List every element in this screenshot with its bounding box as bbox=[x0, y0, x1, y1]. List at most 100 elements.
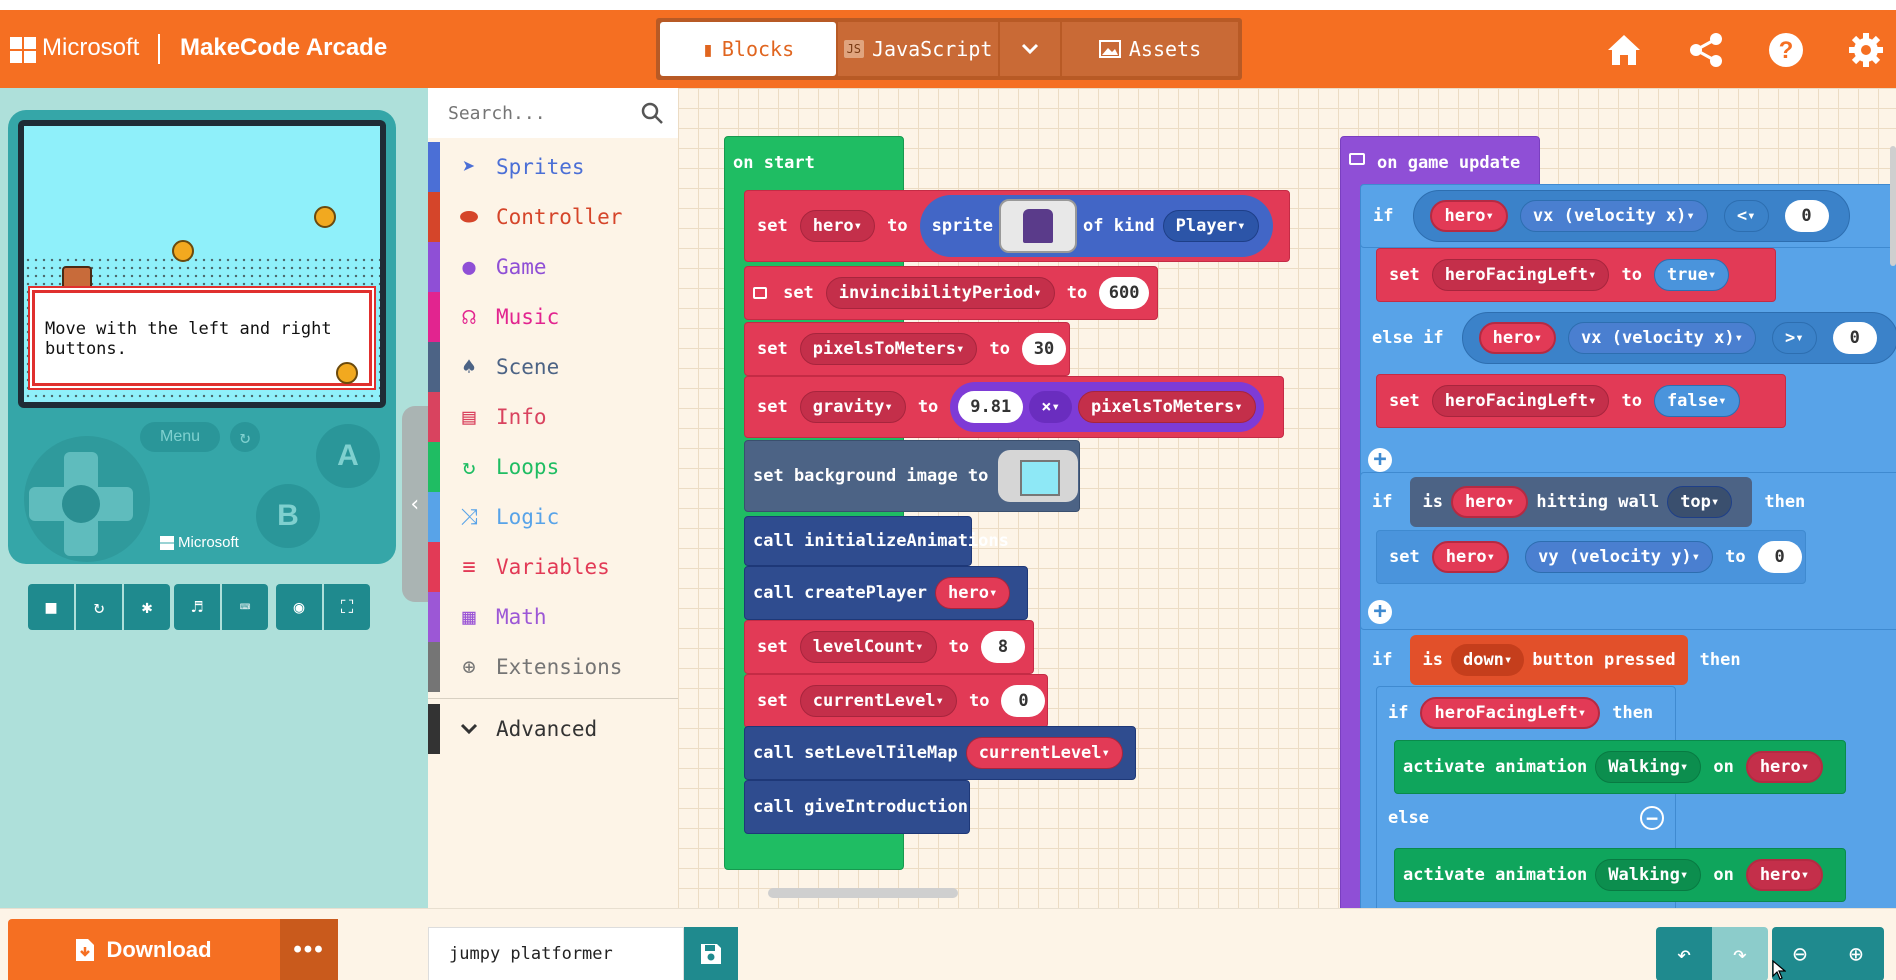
language-dropdown[interactable] bbox=[1000, 22, 1060, 76]
sprite-dropdown[interactable]: hero bbox=[1431, 541, 1510, 573]
kind-dropdown[interactable]: Player bbox=[1162, 210, 1259, 242]
set-levelcount-block[interactable]: set levelCount to 8 bbox=[744, 620, 1034, 674]
zoom-in-button[interactable]: ⊕ bbox=[1828, 927, 1884, 980]
sprite-dropdown[interactable]: hero bbox=[1430, 200, 1508, 232]
redo-button[interactable]: ↷ bbox=[1712, 927, 1768, 980]
side-dropdown[interactable]: top bbox=[1667, 486, 1733, 518]
blocks-workspace[interactable]: on start set hero to sprite of kind Play… bbox=[678, 88, 1896, 908]
number-input[interactable]: 9.81 bbox=[958, 391, 1024, 423]
gear-icon[interactable] bbox=[1846, 30, 1886, 70]
if-facing-left-row[interactable]: if heroFacingLeft then bbox=[1376, 686, 1676, 740]
number-input[interactable]: 600 bbox=[1099, 277, 1149, 309]
toolbox-category-extensions[interactable]: ⊕ Extensions bbox=[428, 642, 678, 692]
compare-block[interactable]: hero vx (velocity x) < 0 bbox=[1413, 190, 1850, 242]
toolbox-category-variables[interactable]: ≡ Variables bbox=[428, 542, 678, 592]
restart-icon[interactable]: ↻ bbox=[76, 584, 122, 630]
property-dropdown[interactable]: vx (velocity x) bbox=[1568, 322, 1757, 354]
toolbox-category-math[interactable]: ▦ Math bbox=[428, 592, 678, 642]
comment-icon[interactable] bbox=[1349, 153, 1365, 165]
toolbox-category-sprites[interactable]: ➤ Sprites bbox=[428, 142, 678, 192]
hitting-wall-block[interactable]: is hero hitting wall top bbox=[1410, 477, 1753, 527]
variable-dropdown[interactable]: hero bbox=[799, 210, 876, 242]
add-else-icon[interactable]: + bbox=[1368, 600, 1392, 624]
screenshot-icon[interactable]: ◉ bbox=[276, 584, 322, 630]
variable-dropdown[interactable]: currentLevel bbox=[799, 685, 957, 717]
operator-dropdown[interactable]: × bbox=[1029, 391, 1072, 423]
number-input[interactable]: 30 bbox=[1021, 333, 1066, 365]
set-pixels-block[interactable]: set pixelsToMeters to 30 bbox=[744, 322, 1070, 376]
toolbox-category-music[interactable]: ☊ Music bbox=[428, 292, 678, 342]
variable-dropdown[interactable]: heroFacingLeft bbox=[1431, 259, 1610, 291]
toolbox-category-logic[interactable]: ⤨ Logic bbox=[428, 492, 678, 542]
property-dropdown[interactable]: vx (velocity x) bbox=[1519, 200, 1708, 232]
app-title[interactable]: MakeCode Arcade bbox=[180, 34, 387, 62]
search-icon[interactable] bbox=[640, 101, 664, 125]
variable-dropdown[interactable]: invincibilityPeriod bbox=[825, 277, 1055, 309]
comment-icon[interactable] bbox=[753, 287, 768, 299]
set-facing-left-false-block[interactable]: set heroFacingLeft to false bbox=[1376, 374, 1786, 428]
animation-dropdown[interactable]: Walking bbox=[1595, 751, 1702, 783]
compare-operator-dropdown[interactable]: < bbox=[1723, 200, 1769, 232]
variable-dropdown[interactable]: heroFacingLeft bbox=[1420, 697, 1601, 729]
sprite-dropdown[interactable]: hero bbox=[1450, 486, 1529, 518]
sprite-image-picker[interactable] bbox=[999, 199, 1078, 253]
add-else-icon[interactable]: + bbox=[1368, 448, 1392, 472]
download-button[interactable]: Download bbox=[8, 919, 280, 980]
set-background-block[interactable]: set background image to bbox=[744, 440, 1080, 512]
set-vy-block[interactable]: set hero vy (velocity y) to 0 bbox=[1376, 530, 1806, 584]
call-give-introduction-block[interactable]: call giveIntroduction bbox=[744, 780, 970, 834]
set-invincibility-block[interactable]: set invincibilityPeriod to 600 bbox=[744, 266, 1158, 320]
sprite-dropdown[interactable]: hero bbox=[1745, 751, 1824, 783]
activate-animation-block[interactable]: activate animation Walking on hero bbox=[1394, 740, 1846, 794]
collapse-simulator-button[interactable]: ‹ bbox=[402, 406, 428, 602]
restart-icon[interactable]: ↻ bbox=[230, 422, 260, 452]
share-icon[interactable] bbox=[1686, 30, 1726, 70]
set-currentlevel-block[interactable]: set currentLevel to 0 bbox=[744, 674, 1048, 728]
if-hitting-wall-row[interactable]: if is hero hitting wall top then bbox=[1360, 472, 1820, 532]
button-pressed-block[interactable]: is down button pressed bbox=[1410, 635, 1688, 685]
help-icon[interactable]: ? bbox=[1766, 30, 1806, 70]
variable-dropdown[interactable]: hero bbox=[935, 577, 1011, 609]
set-hero-block[interactable]: set hero to sprite of kind Player bbox=[744, 190, 1290, 262]
number-input[interactable]: 8 bbox=[981, 631, 1025, 663]
variable-dropdown[interactable]: gravity bbox=[799, 391, 906, 423]
boolean-dropdown[interactable]: true bbox=[1653, 259, 1730, 291]
else-row[interactable]: else bbox=[1376, 798, 1676, 838]
multiply-block[interactable]: 9.81 × pixelsToMeters bbox=[950, 382, 1264, 432]
number-input[interactable]: 0 bbox=[1832, 322, 1877, 354]
sound-icon[interactable]: ♬ bbox=[174, 584, 220, 630]
call-create-player-block[interactable]: call createPlayer hero bbox=[744, 566, 1028, 620]
tab-javascript[interactable]: JS JavaScript bbox=[838, 22, 998, 76]
menu-button[interactable]: Menu bbox=[140, 422, 220, 452]
call-set-level-tilemap-block[interactable]: call setLevelTileMap currentLevel bbox=[744, 726, 1136, 780]
number-input[interactable]: 0 bbox=[1784, 200, 1829, 232]
button-dropdown[interactable]: down bbox=[1450, 644, 1525, 676]
sprite-dropdown[interactable]: hero bbox=[1745, 859, 1824, 891]
undo-button[interactable]: ↶ bbox=[1656, 927, 1712, 980]
toolbox-category-info[interactable]: ▤ Info bbox=[428, 392, 678, 442]
number-input[interactable]: 0 bbox=[1001, 685, 1046, 717]
variable-dropdown[interactable]: currentLevel bbox=[965, 737, 1123, 769]
variable-dropdown[interactable]: heroFacingLeft bbox=[1431, 385, 1610, 417]
home-icon[interactable] bbox=[1604, 30, 1644, 70]
save-button[interactable] bbox=[684, 927, 738, 980]
fullscreen-icon[interactable]: ⛶ bbox=[324, 584, 370, 630]
boolean-dropdown[interactable]: false bbox=[1653, 385, 1740, 417]
horizontal-scrollbar[interactable] bbox=[768, 888, 958, 898]
project-name-input[interactable] bbox=[428, 927, 684, 980]
vertical-scrollbar[interactable] bbox=[1890, 146, 1896, 266]
set-facing-left-true-block[interactable]: set heroFacingLeft to true bbox=[1376, 248, 1776, 302]
remove-else-icon[interactable]: − bbox=[1640, 806, 1664, 830]
else-if-row[interactable]: else if hero vx (velocity x) > 0 bbox=[1360, 306, 1896, 370]
call-initialize-animations-block[interactable]: call initializeAnimations bbox=[744, 516, 1009, 566]
debug-icon[interactable]: ✱ bbox=[124, 584, 170, 630]
more-options-button[interactable]: ••• bbox=[280, 919, 338, 980]
number-input[interactable]: 0 bbox=[1757, 541, 1802, 573]
animation-dropdown[interactable]: Walking bbox=[1595, 859, 1702, 891]
if-button-pressed-row[interactable]: if is down button pressed then bbox=[1360, 630, 1896, 690]
stop-icon[interactable]: ■ bbox=[28, 584, 74, 630]
toolbox-category-controller[interactable]: ⬬ Controller bbox=[428, 192, 678, 242]
set-gravity-block[interactable]: set gravity to 9.81 × pixelsToMeters bbox=[744, 376, 1284, 438]
toolbox-category-scene[interactable]: ♠ Scene bbox=[428, 342, 678, 392]
tab-blocks[interactable]: ▮ Blocks bbox=[660, 22, 836, 76]
